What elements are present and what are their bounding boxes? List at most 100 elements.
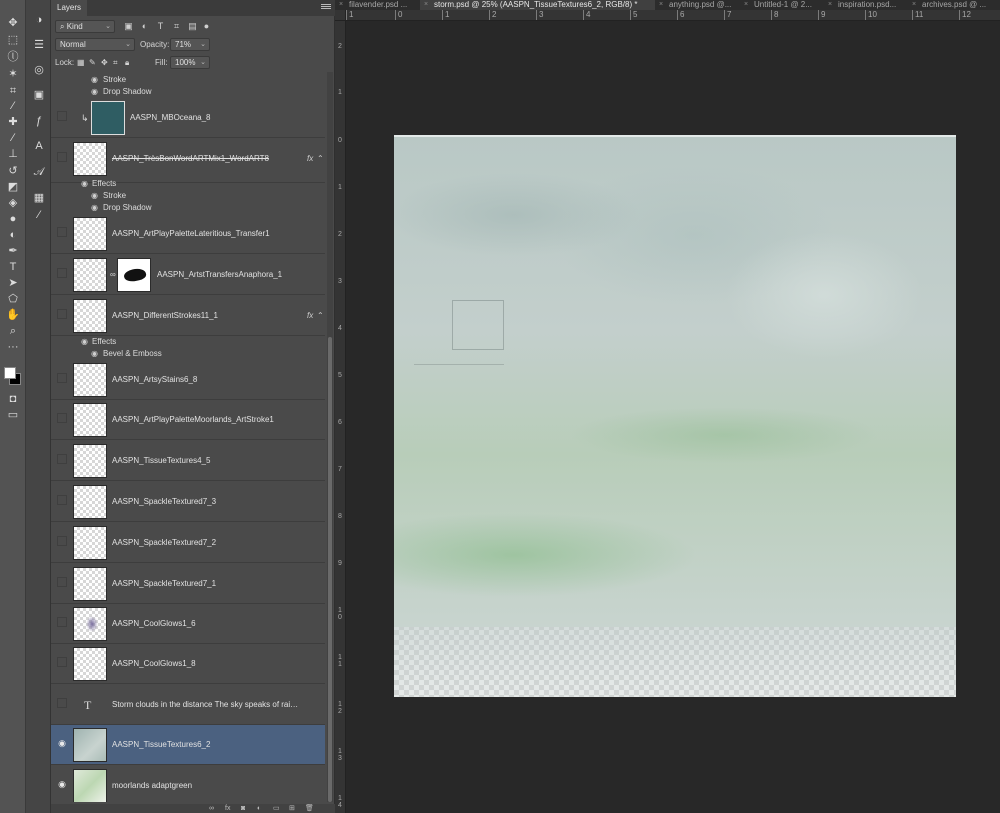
close-icon[interactable]: ×	[912, 0, 916, 9]
layer-thumbnail[interactable]	[73, 403, 107, 437]
lock-transparency-icon[interactable]: ▦	[77, 56, 85, 69]
layer-name[interactable]: AASPN_TissueTextures4_5	[112, 441, 302, 481]
document-canvas[interactable]	[394, 135, 956, 697]
layer-thumbnail[interactable]	[73, 647, 107, 681]
layer-thumbnail[interactable]	[73, 363, 107, 397]
layer-name[interactable]: AASPN_SpackleTextured7_2	[112, 523, 302, 563]
eye-icon[interactable]: ◉	[91, 202, 98, 214]
fx-icon[interactable]: fx	[307, 296, 313, 336]
document-tab[interactable]: × Untitled-1 @ 2...	[740, 0, 824, 10]
styles-icon[interactable]: ƒ	[31, 113, 47, 129]
lock-artboard-icon[interactable]: ⌗	[113, 56, 118, 69]
layer-name[interactable]: AASPN_DifferentStrokes11_1	[112, 296, 302, 336]
screen-mode-icon[interactable]: ▭	[5, 408, 21, 422]
layer-thumbnail[interactable]	[73, 526, 107, 560]
magic-wand-icon[interactable]: ✶	[5, 67, 21, 81]
opacity-input[interactable]: 71% ⌄	[170, 38, 210, 51]
type-filter-icon[interactable]: T	[155, 21, 166, 32]
layer-row[interactable]: ∞ AASPN_ArtstTransfersAnaphora_1	[51, 255, 325, 295]
brush-icon[interactable]: ∕	[5, 131, 21, 145]
layer-row-selected[interactable]: ◉ AASPN_TissueTextures6_2	[51, 725, 325, 765]
blend-mode-select[interactable]: Normal ⌄	[55, 38, 135, 51]
layer-row[interactable]: AASPN_ArtsyStains6_8	[51, 360, 325, 400]
effect-drop-shadow-row[interactable]: ◉ Drop Shadow	[51, 86, 325, 98]
layer-name[interactable]: AASPN_TissueTextures6_2	[112, 725, 302, 765]
lasso-icon[interactable]: ⓛ	[5, 50, 21, 64]
chevron-up-icon[interactable]: ⌃	[317, 139, 324, 179]
type-icon[interactable]: T	[5, 260, 21, 274]
effect-stroke-row[interactable]: ◉ Stroke	[51, 74, 325, 86]
fill-input[interactable]: 100% ⌄	[170, 56, 210, 69]
layer-row[interactable]: AASPN_TrèsBonWordARTMix1_WordART8 fx ⌃	[51, 139, 325, 183]
visibility-toggle[interactable]	[57, 373, 67, 383]
visibility-toggle[interactable]	[57, 454, 67, 464]
dodge-icon[interactable]: ◐	[5, 228, 21, 242]
visibility-toggle[interactable]	[57, 495, 67, 505]
foreground-color-swatch[interactable]	[4, 367, 16, 379]
layer-thumbnail[interactable]	[73, 299, 107, 333]
visibility-toggle[interactable]	[57, 536, 67, 546]
eyedropper-icon[interactable]: ⁄	[5, 99, 21, 113]
horizontal-ruler[interactable]: 1 0 1 2 3 4 5 6 7 8 9 10 11 12	[346, 10, 1000, 21]
document-tab[interactable]: × filavender.psd ...	[335, 0, 420, 10]
smart-object-filter-icon[interactable]: ▤	[187, 21, 198, 32]
adjustments-icon[interactable]: ☰	[31, 37, 47, 53]
layer-thumbnail[interactable]	[73, 769, 107, 802]
trash-icon[interactable]: 🗑︎	[305, 804, 314, 813]
layer-thumbnail[interactable]	[73, 217, 107, 251]
layer-thumbnail[interactable]	[73, 728, 107, 762]
link-layers-icon[interactable]: ∞	[209, 804, 214, 813]
layer-name[interactable]: AASPN_SpackleTextured7_3	[112, 482, 302, 522]
layer-row[interactable]: AASPN_SpackleTextured7_3	[51, 482, 325, 522]
fx-icon[interactable]: fx	[307, 139, 313, 179]
shape-icon[interactable]: ⬠	[5, 292, 21, 306]
visibility-toggle[interactable]	[57, 152, 67, 162]
layer-name[interactable]: AASPN_ArtPlayPaletteMoorlands_ArtStroke1	[112, 400, 302, 440]
history-brush-icon[interactable]: ↺	[5, 164, 21, 178]
grid-icon[interactable]: ▦	[31, 190, 47, 206]
adjustment-filter-icon[interactable]: ◐	[139, 21, 150, 32]
layer-name[interactable]: AASPN_CoolGlows1_8	[112, 644, 302, 684]
visibility-toggle[interactable]	[57, 698, 67, 708]
marquee-icon[interactable]: ⬚	[5, 33, 21, 47]
layer-thumbnail[interactable]	[73, 258, 107, 292]
lock-pixels-icon[interactable]: ✎	[89, 56, 96, 69]
eye-icon[interactable]: ◉	[91, 74, 98, 86]
layer-row[interactable]: AASPN_SpackleTextured7_2	[51, 523, 325, 563]
layer-row[interactable]: ↳ AASPN_MBOceana_8	[51, 98, 325, 138]
crop-icon[interactable]: ⌗	[5, 84, 21, 98]
layer-name[interactable]: AASPN_ArtstTransfersAnaphora_1	[157, 255, 317, 295]
color-icon[interactable]: ◑	[31, 12, 47, 28]
visibility-toggle[interactable]	[57, 268, 67, 278]
filter-kind-select[interactable]: ⌕ Kind ⌄	[55, 20, 115, 33]
close-icon[interactable]: ×	[828, 0, 832, 9]
eye-icon[interactable]: ◉	[91, 348, 98, 360]
visibility-toggle[interactable]	[57, 111, 67, 121]
layer-name[interactable]: Storm clouds in the distance The sky spe…	[112, 685, 302, 725]
quick-mask-icon[interactable]: ◘	[5, 392, 21, 406]
tab-layers[interactable]: Layers	[51, 0, 88, 16]
paint-bucket-icon[interactable]: ◈	[5, 196, 21, 210]
layer-row[interactable]: AASPN_ArtPlayPaletteLateritious_Transfer…	[51, 214, 325, 254]
link-icon[interactable]: ∞	[110, 255, 116, 295]
close-icon[interactable]: ×	[424, 0, 428, 9]
ruler-origin[interactable]	[335, 10, 346, 21]
layer-thumbnail[interactable]	[73, 485, 107, 519]
document-tab-active[interactable]: × storm.psd @ 25% (AASPN_TissueTextures6_…	[420, 0, 655, 10]
layer-row[interactable]: AASPN_SpackleTextured7_1	[51, 564, 325, 604]
document-tab[interactable]: × anything.psd @...	[655, 0, 740, 10]
layer-name[interactable]: AASPN_MBOceana_8	[130, 98, 320, 138]
visibility-toggle[interactable]	[57, 657, 67, 667]
layer-mask-thumbnail[interactable]	[117, 258, 151, 292]
new-layer-icon[interactable]: ⊞	[289, 804, 295, 813]
layer-name[interactable]: AASPN_TrèsBonWordARTMix1_WordART8	[112, 139, 302, 179]
eye-icon[interactable]: ◉	[57, 738, 67, 748]
visibility-toggle[interactable]	[57, 227, 67, 237]
effect-drop-shadow-row[interactable]: ◉ Drop Shadow	[51, 202, 325, 214]
new-adjustment-icon[interactable]: ◐	[257, 804, 261, 813]
eye-icon[interactable]: ◉	[81, 178, 88, 190]
eye-icon[interactable]: ◉	[57, 779, 67, 789]
eye-icon[interactable]: ◉	[91, 190, 98, 202]
visibility-toggle[interactable]	[57, 413, 67, 423]
layer-name[interactable]: AASPN_ArtsyStains6_8	[112, 360, 302, 400]
